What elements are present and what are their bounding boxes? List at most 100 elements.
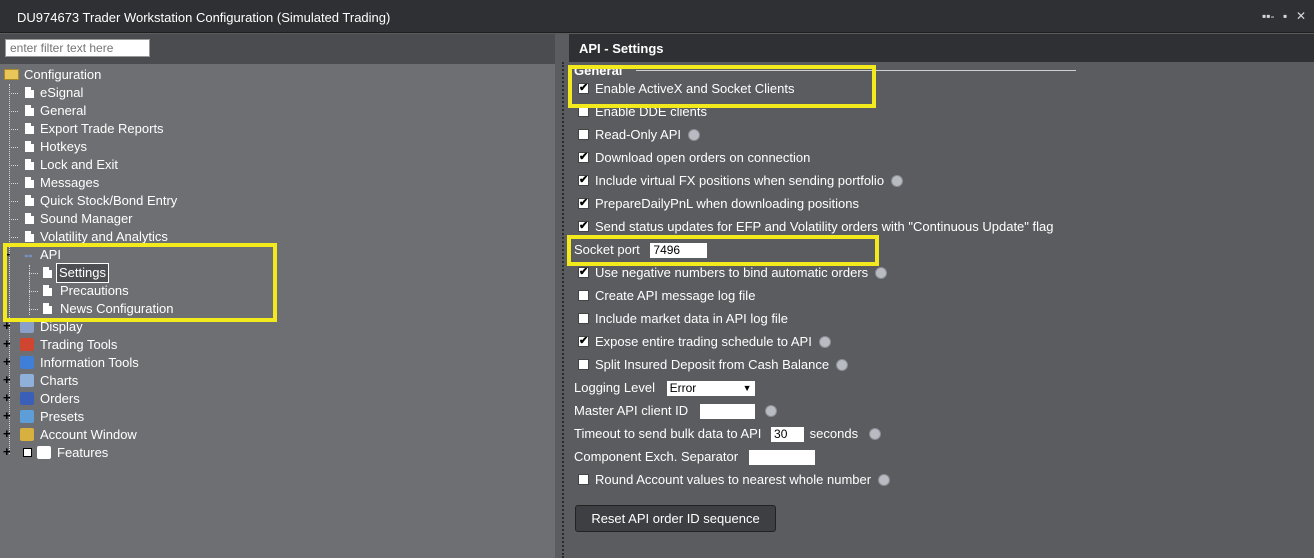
tree-category-label: Information Tools (40, 355, 139, 370)
option-label: Send status updates for EFP and Volatili… (595, 219, 1054, 234)
config-tree-pane: Configuration eSignal General Export Trade… (0, 34, 555, 558)
help-icon[interactable] (868, 427, 881, 440)
option-checkbox[interactable]: ✔ (578, 175, 589, 186)
tree-item-label: Export Trade Reports (40, 121, 164, 136)
trading-tools-icon (20, 338, 34, 351)
document-icon (25, 87, 34, 98)
tree-item-label: Quick Stock/Bond Entry (40, 193, 178, 208)
tree-category-label: Presets (40, 409, 85, 424)
tree-category-label: Charts (40, 373, 79, 388)
document-icon (25, 159, 34, 170)
document-icon (25, 195, 34, 206)
window-title: DU974673 Trader Workstation Configuratio… (17, 10, 391, 25)
timeout-input[interactable]: 30 (771, 427, 805, 443)
option-label: Include market data in API log file (595, 311, 788, 326)
socket-port-highlight-box (567, 235, 879, 266)
option-checkbox[interactable] (578, 359, 589, 370)
expand-icon[interactable]: + (3, 443, 11, 461)
dropdown-arrow-icon: ▼ (742, 383, 752, 394)
tree-root-label: Configuration (24, 67, 102, 82)
settings-header: API - Settings (569, 34, 1314, 62)
expand-icon[interactable]: + (3, 353, 11, 371)
logging-level-label: Logging Level (574, 380, 655, 395)
logging-level-select[interactable]: Error ▼ (666, 381, 755, 397)
logging-level-value: Error (669, 381, 697, 396)
pin-icon[interactable]: ▪▪- (1262, 9, 1275, 23)
timeout-row: Timeout to send bulk data to API 30 seco… (574, 424, 881, 444)
help-icon[interactable] (875, 266, 888, 279)
help-icon[interactable] (891, 174, 904, 187)
reset-api-order-id-button[interactable]: Reset API order ID sequence (575, 505, 776, 532)
help-icon[interactable] (818, 335, 831, 348)
folder-icon (4, 69, 19, 80)
charts-icon (20, 374, 34, 387)
tree-category-label: Orders (40, 391, 80, 406)
tree-item-label: Hotkeys (40, 139, 87, 154)
expand-icon[interactable]: + (3, 335, 11, 353)
settings-title: API - Settings (579, 41, 664, 56)
tree-category-label: Trading Tools (40, 337, 118, 352)
timeout-label: Timeout to send bulk data to API (574, 426, 762, 441)
tree-category-label: Features (57, 445, 109, 460)
option-label: Create API message log file (595, 288, 756, 303)
tree-item-label: Lock and Exit (40, 157, 119, 172)
separator-label: Component Exch. Separator (574, 449, 739, 464)
title-bar: DU974673 Trader Workstation Configuratio… (0, 0, 1314, 33)
expand-icon[interactable]: + (3, 407, 11, 425)
round-account-label: Round Account values to nearest whole nu… (595, 470, 891, 490)
close-icon[interactable]: ✕ (1296, 9, 1306, 23)
option-checkbox[interactable] (578, 313, 589, 324)
option-label: Split Insured Deposit from Cash Balance (595, 355, 849, 375)
document-icon (25, 177, 34, 188)
option-label: Read-Only API (595, 125, 700, 145)
option-checkbox[interactable]: ✔ (578, 221, 589, 232)
expand-icon[interactable]: + (3, 425, 11, 443)
option-label: Download open orders on connection (595, 150, 811, 165)
help-icon[interactable] (836, 358, 849, 371)
option-checkbox[interactable]: ✔ (578, 198, 589, 209)
separator-input[interactable] (748, 450, 815, 466)
option-checkbox[interactable]: ✔ (578, 336, 589, 347)
checkbox-icon[interactable] (23, 448, 32, 457)
separator-row: Component Exch. Separator (574, 447, 815, 467)
splitter[interactable] (562, 62, 564, 558)
document-icon (25, 213, 34, 224)
document-icon (25, 231, 34, 242)
account-window-icon (20, 428, 34, 441)
master-client-input[interactable] (699, 404, 755, 420)
minimize-icon[interactable]: ▪ (1283, 9, 1287, 23)
presets-icon (20, 410, 34, 423)
tree-item-label: General (40, 103, 87, 118)
help-icon[interactable] (765, 404, 778, 417)
option-checkbox[interactable] (578, 290, 589, 301)
help-icon[interactable] (878, 473, 891, 486)
expand-icon[interactable]: + (3, 371, 11, 389)
filter-bar (0, 34, 555, 64)
help-icon[interactable] (688, 128, 700, 141)
activex-highlight-box (568, 65, 876, 108)
settings-pane: API - Settings General ✔ Enable ActiveX a… (556, 34, 1314, 558)
orders-icon (20, 392, 34, 405)
option-checkbox[interactable]: ✔ (578, 267, 589, 278)
document-icon (25, 141, 34, 152)
document-icon (25, 105, 34, 116)
tree-category-label: Account Window (40, 427, 137, 442)
option-checkbox[interactable]: ✔ (578, 152, 589, 163)
master-client-row: Master API client ID (574, 401, 778, 421)
option-label: Use negative numbers to bind automatic o… (595, 263, 888, 283)
tree-item-label: Sound Manager (40, 211, 133, 226)
features-icon (37, 446, 51, 459)
expand-icon[interactable]: + (3, 389, 11, 407)
option-label: PrepareDailyPnL when downloading positio… (595, 196, 860, 211)
tree-item-label: Messages (40, 175, 100, 190)
timeout-unit: seconds (809, 426, 859, 441)
option-label: Include virtual FX positions when sendin… (595, 171, 904, 191)
option-checkbox[interactable] (578, 129, 589, 140)
api-highlight-box (3, 243, 277, 322)
option-label: Expose entire trading schedule to API (595, 332, 831, 352)
filter-input[interactable] (5, 39, 150, 57)
information-icon (20, 356, 34, 369)
tree-item-label: eSignal (40, 85, 84, 100)
round-account-checkbox[interactable] (578, 474, 589, 485)
document-icon (25, 123, 34, 134)
